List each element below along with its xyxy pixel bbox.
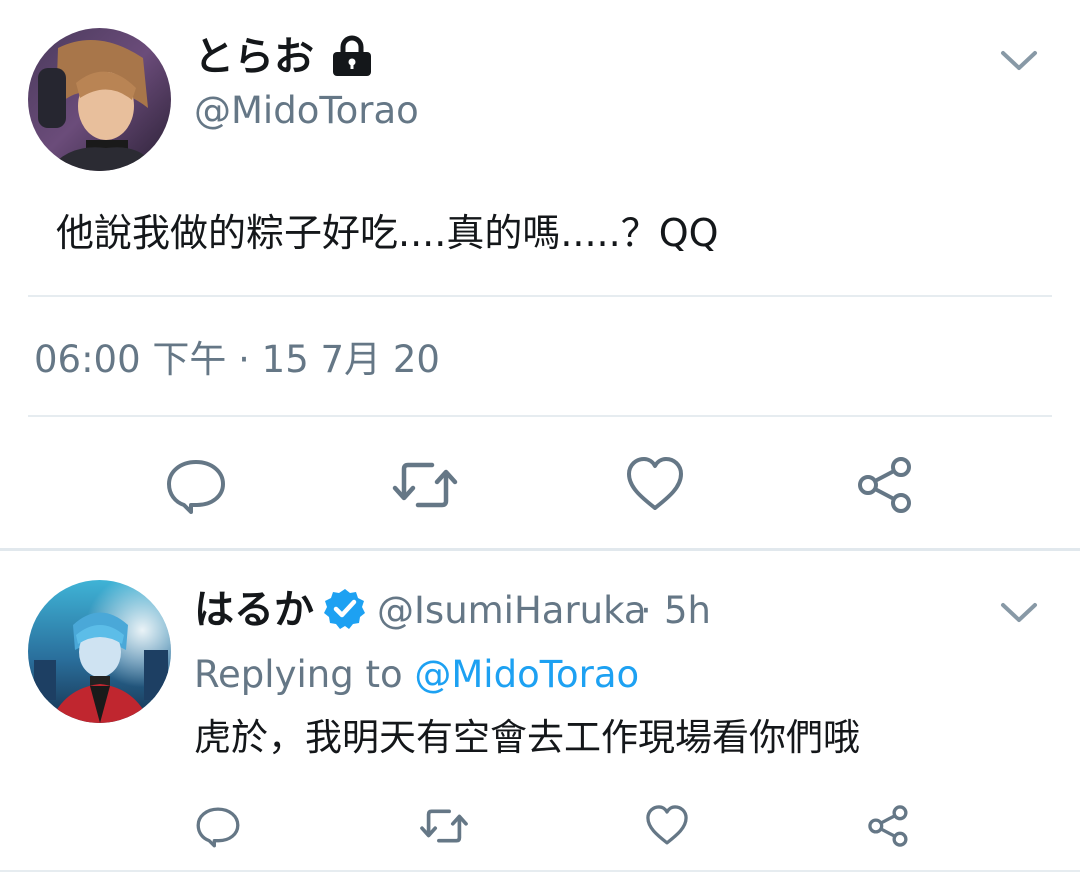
replying-to-link[interactable]: @MidoTorao — [414, 653, 639, 696]
reply-author-display-name[interactable]: はるか — [194, 590, 314, 630]
reply-icon[interactable] — [166, 455, 226, 515]
reply-text: 虎於，我明天有空會去工作現場看你們哦 — [194, 716, 860, 759]
lock-icon — [330, 33, 374, 81]
chevron-down-icon[interactable] — [999, 600, 1039, 626]
author-avatar[interactable] — [28, 28, 171, 171]
reply-author-avatar[interactable] — [28, 580, 171, 723]
reply-meta-separator: · — [640, 589, 652, 632]
bottom-divider — [0, 870, 1080, 872]
divider — [28, 415, 1052, 417]
reply-icon[interactable] — [196, 804, 240, 848]
reply-time-ago[interactable]: 5h — [664, 592, 711, 629]
tweet-timestamp[interactable]: 06:00 下午 · 15 7月 20 — [34, 341, 440, 378]
verified-badge-icon — [323, 587, 367, 635]
share-icon[interactable] — [867, 804, 911, 848]
section-divider — [0, 548, 1080, 551]
chevron-down-icon[interactable] — [999, 48, 1039, 74]
tweet-text: 他說我做的粽子好吃....真的嗎.....？QQ — [56, 211, 719, 255]
author-handle[interactable]: @MidoTorao — [194, 92, 419, 129]
replying-to-prefix: Replying to — [194, 653, 403, 696]
heart-icon[interactable] — [625, 455, 685, 515]
share-icon[interactable] — [856, 455, 916, 515]
replying-to-line: Replying to @MidoTorao — [194, 656, 639, 693]
heart-icon[interactable] — [645, 804, 689, 848]
author-display-name[interactable]: とらお — [194, 37, 314, 77]
retweet-icon[interactable] — [419, 804, 469, 848]
reply-author-handle[interactable]: @IsumiHaruka — [377, 592, 647, 629]
divider — [28, 295, 1052, 297]
retweet-icon[interactable] — [392, 455, 458, 515]
